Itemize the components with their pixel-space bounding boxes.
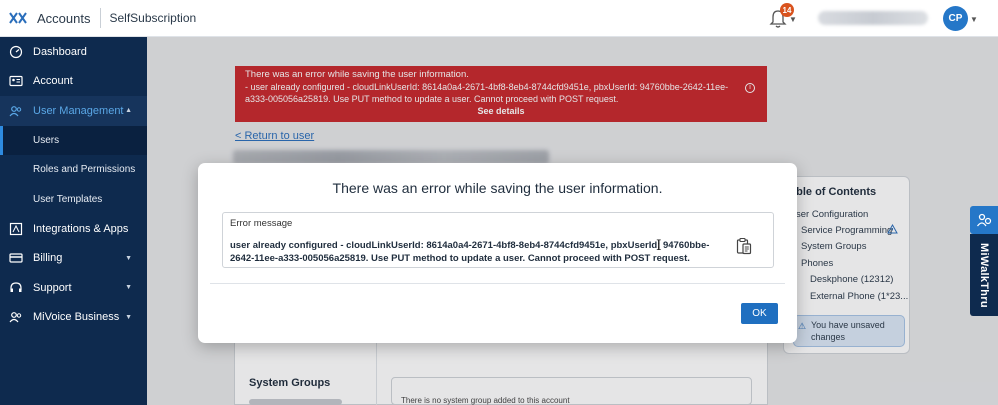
user-name-redacted[interactable] (818, 11, 928, 25)
chevron-down-icon: ▼ (125, 313, 132, 321)
sidebar-subitem-roles[interactable]: Roles and Permissions (0, 155, 147, 185)
mivoice-users-icon (9, 310, 23, 324)
walkthru-people-icon[interactable] (970, 206, 998, 234)
account-card-icon (9, 74, 23, 88)
sidebar-item-label: Support (33, 281, 72, 294)
avatar[interactable]: CP (943, 6, 968, 31)
sidebar-item-dashboard[interactable]: Dashboard (0, 37, 147, 67)
app-name[interactable]: Accounts (37, 11, 90, 26)
sidebar-item-user-management[interactable]: User Management ▲ (0, 96, 147, 126)
sidebar-item-label: Integrations & Apps (33, 222, 129, 235)
billing-card-icon (9, 251, 23, 265)
error-message-label: Error message (230, 218, 293, 229)
ok-button[interactable]: OK (741, 303, 778, 324)
dashboard-icon (9, 45, 23, 59)
sidebar-item-label: User Management (33, 104, 124, 117)
error-message-text: user already configured - cloudLinkUserI… (230, 240, 710, 264)
sidebar-item-label: Billing (33, 252, 63, 265)
sidebar-item-account[interactable]: Account (0, 67, 147, 97)
clipboard-copy-icon[interactable] (736, 237, 752, 255)
error-dialog: There was an error while saving the user… (198, 163, 797, 343)
sidebar-subitem-templates[interactable]: User Templates (0, 185, 147, 215)
miwalkthru-tab[interactable]: MiWalkThru (970, 234, 998, 316)
header-divider (100, 8, 102, 28)
sidebar-subitem-users[interactable]: Users (0, 125, 147, 155)
sidebar-item-support[interactable]: Support ▼ (0, 273, 147, 303)
chevron-down-icon[interactable]: ▼ (789, 15, 797, 24)
sidebar-item-integrations[interactable]: Integrations & Apps (0, 214, 147, 244)
sidebar-item-billing[interactable]: Billing ▼ (0, 244, 147, 274)
dialog-title: There was an error while saving the user… (332, 180, 663, 196)
text-cursor-icon: I (656, 238, 662, 254)
dialog-divider (210, 283, 785, 284)
users-icon (9, 104, 23, 118)
sidebar-item-label: Dashboard (33, 45, 87, 58)
chevron-down-icon[interactable]: ▼ (970, 15, 978, 24)
sidebar-item-mivoice[interactable]: MiVoice Business ▼ (0, 303, 147, 333)
tenant-name: SelfSubscription (109, 11, 197, 25)
chevron-down-icon: ▼ (125, 254, 132, 262)
integrations-icon (9, 222, 23, 236)
chevron-up-icon: ▲ (125, 107, 132, 114)
mitel-logo-icon[interactable] (8, 11, 28, 25)
sidebar: Dashboard Account User Management ▲ User… (0, 37, 147, 405)
error-message-box: Error message user already configured - … (222, 212, 774, 268)
headset-icon (9, 281, 23, 295)
miwalkthru-label: MiWalkThru (978, 242, 990, 308)
sidebar-item-label: MiVoice Business (33, 311, 120, 324)
sidebar-item-label: Account (33, 75, 73, 88)
chevron-down-icon: ▼ (125, 284, 132, 291)
